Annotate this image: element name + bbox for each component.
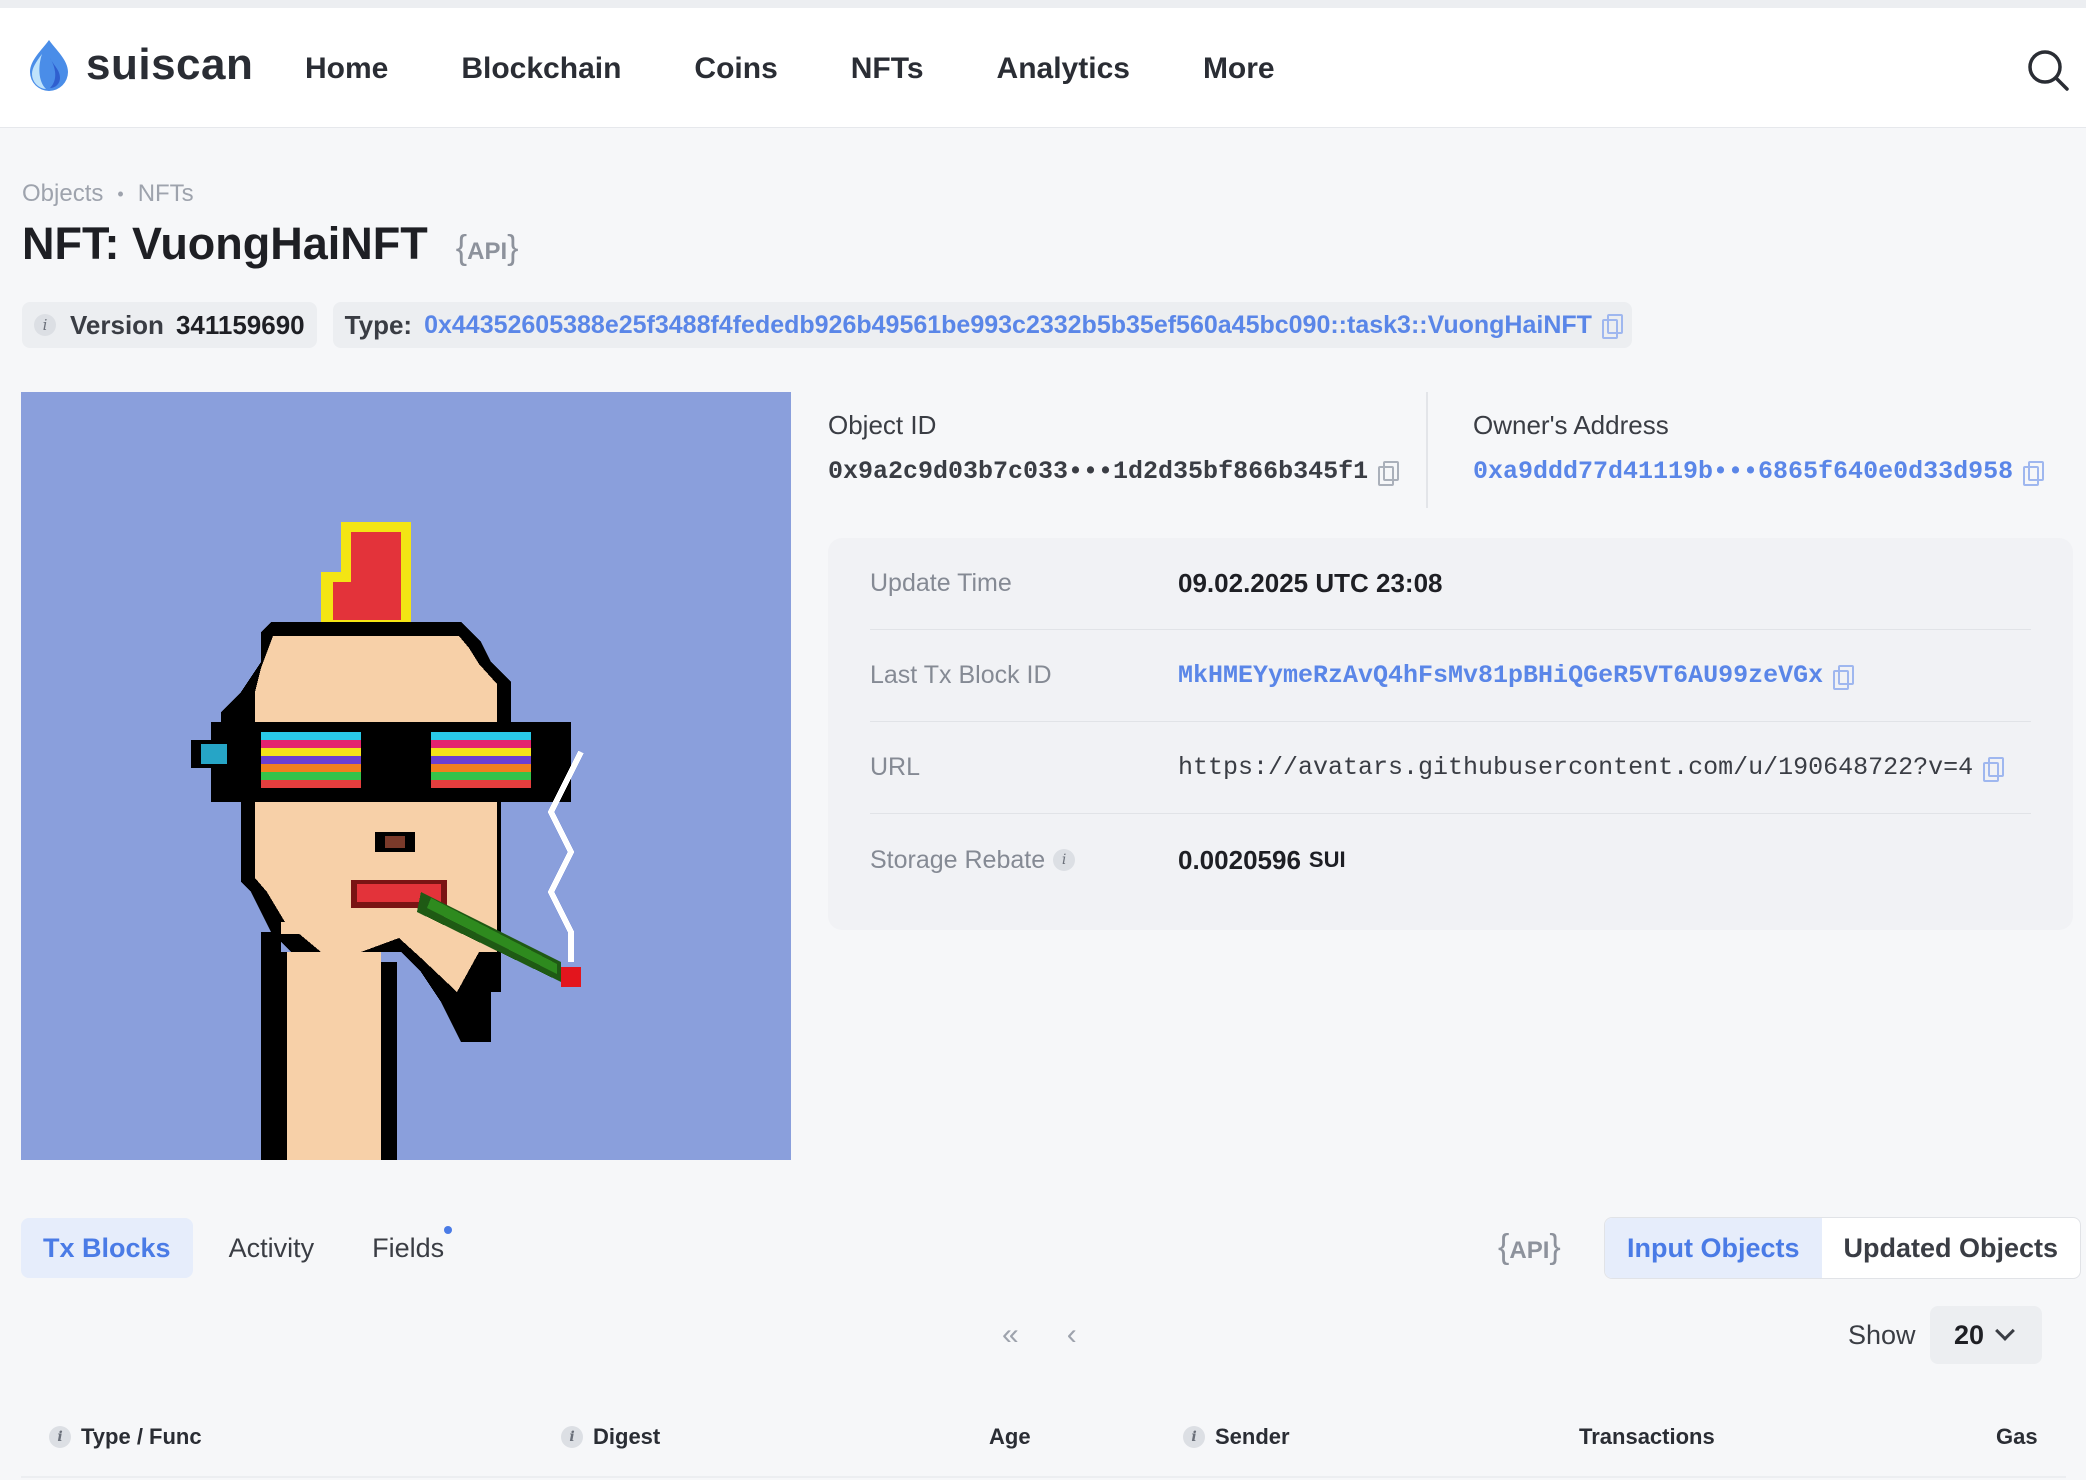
breadcrumb-nfts[interactable]: NFTs <box>138 180 194 208</box>
divider <box>1426 392 1428 508</box>
storage-rebate-unit: SUI <box>1308 847 1346 872</box>
th-sender-label: Sender <box>1215 1424 1290 1449</box>
nft-image <box>21 392 791 1160</box>
th-sender: i Sender <box>1183 1424 1290 1450</box>
nav-more[interactable]: More <box>1203 52 1275 86</box>
update-time-label: Update Time <box>870 569 1012 597</box>
th-gas: Gas <box>1996 1424 2038 1449</box>
breadcrumb-separator: • <box>117 183 124 204</box>
update-time-value: 09.02.2025 UTC 23:08 <box>1178 568 1443 598</box>
copy-icon[interactable] <box>1833 664 1855 690</box>
nav-blockchain[interactable]: Blockchain <box>461 52 621 86</box>
copy-icon[interactable] <box>2023 460 2045 486</box>
notification-dot <box>444 1226 453 1234</box>
detail-row-storage-rebate: Storage Rebate i 0.0020596 SUI <box>870 814 2031 906</box>
object-meta-chips: i Version 341159690 Type: 0x44352605388e… <box>22 302 1648 348</box>
main-nav: Home Blockchain Coins NFTs Analytics Mor… <box>305 52 1348 86</box>
detail-row-update-time: Update Time 09.02.2025 UTC 23:08 <box>870 538 2031 630</box>
copy-icon[interactable] <box>1983 756 2005 782</box>
suiscan-logo[interactable]: suiscan <box>22 36 253 94</box>
storage-rebate-label: Storage Rebate <box>870 845 1046 874</box>
first-page-icon[interactable]: « <box>1002 1318 1019 1352</box>
info-icon[interactable]: i <box>34 314 56 336</box>
owner-label: Owner's Address <box>1473 410 1669 440</box>
top-navbar: suiscan Home Blockchain Coins NFTs Analy… <box>0 0 2086 128</box>
th-digest: i Digest <box>561 1424 660 1450</box>
search-icon[interactable] <box>2026 48 2070 92</box>
url-value[interactable]: https://avatars.githubusercontent.com/u/… <box>1178 753 1973 782</box>
owner-address-block: Owner's Address 0xa9ddd77d41119b•••6865f… <box>1473 410 2045 486</box>
th-digest-label: Digest <box>593 1424 661 1449</box>
page-title-row: NFT: VuongHaiNFT {API} <box>22 218 519 270</box>
th-transactions: Transactions <box>1579 1424 1715 1449</box>
object-id-label: Object ID <box>828 410 937 440</box>
info-icon[interactable]: i <box>1053 849 1076 871</box>
owner-address-link[interactable]: 0xa9ddd77d41119b•••6865f640e0d33d958 <box>1473 457 2013 486</box>
url-row: https://avatars.githubusercontent.com/u/… <box>1178 753 2005 782</box>
page-size-value: 20 <box>1954 1319 1985 1350</box>
api-label: API <box>1509 1237 1550 1264</box>
objects-toggle: Input Objects Updated Objects <box>1604 1217 2082 1279</box>
nft-pixel-avatar <box>21 392 791 1160</box>
th-age: Age <box>989 1424 1031 1449</box>
version-value: 341159690 <box>175 309 305 340</box>
show-label: Show <box>1848 1320 1916 1350</box>
owner-row: 0xa9ddd77d41119b•••6865f640e0d33d958 <box>1473 457 2045 486</box>
copy-icon[interactable] <box>1601 314 1623 339</box>
copy-icon[interactable] <box>1378 460 1400 486</box>
nav-analytics[interactable]: Analytics <box>997 52 1130 86</box>
breadcrumb: Objects • NFTs <box>22 180 194 208</box>
info-icon[interactable]: i <box>49 1426 71 1448</box>
th-type-func: i Type / Func <box>49 1424 202 1450</box>
nav-coins[interactable]: Coins <box>694 52 777 86</box>
divider <box>21 1476 2066 1478</box>
api-link[interactable]: {API} <box>456 229 519 268</box>
object-id-value[interactable]: 0x9a2c9d03b7c033•••1d2d35bf866b345f1 <box>828 457 1368 486</box>
storage-rebate-row: 0.0020596 SUI <box>1178 845 1346 876</box>
pagination: « ‹ <box>1002 1318 1125 1352</box>
last-tx-label: Last Tx Block ID <box>870 661 1052 689</box>
info-icon[interactable]: i <box>561 1426 583 1448</box>
tab-fields[interactable]: Fields <box>350 1218 466 1278</box>
version-chip: i Version 341159690 <box>22 302 317 348</box>
th-type-func-label: Type / Func <box>81 1424 202 1449</box>
storage-rebate-value: 0.0020596 <box>1178 844 1301 875</box>
detail-row-url: URL https://avatars.githubusercontent.co… <box>870 722 2031 814</box>
page-title: NFT: VuongHaiNFT <box>22 218 428 269</box>
page-size-select[interactable]: 20 <box>1930 1306 2042 1364</box>
updated-objects-button[interactable]: Updated Objects <box>1822 1218 2081 1278</box>
prev-page-icon[interactable]: ‹ <box>1067 1318 1077 1352</box>
storage-rebate-label-row: Storage Rebate i <box>870 846 1178 875</box>
tabs: Tx Blocks Activity Fields <box>21 1218 480 1278</box>
breadcrumb-objects[interactable]: Objects <box>22 180 103 208</box>
tab-activity[interactable]: Activity <box>207 1218 337 1278</box>
tab-fields-label: Fields <box>372 1232 445 1263</box>
input-objects-button[interactable]: Input Objects <box>1605 1218 1822 1278</box>
api-link[interactable]: {API} <box>1498 1228 1561 1267</box>
details-panel: Update Time 09.02.2025 UTC 23:08 Last Tx… <box>828 538 2073 930</box>
type-link[interactable]: 0x44352605388e25f3488f4fededb926b49561be… <box>424 311 1592 340</box>
nav-home[interactable]: Home <box>305 52 388 86</box>
api-label: API <box>467 238 508 265</box>
detail-row-last-tx: Last Tx Block ID MkHMEYymeRzAvQ4hFsMv81p… <box>870 630 2031 722</box>
sui-drop-logo-icon <box>30 40 68 91</box>
chevron-down-icon <box>1995 1321 2015 1341</box>
tab-tx-blocks[interactable]: Tx Blocks <box>21 1218 193 1278</box>
type-chip: Type: 0x44352605388e25f3488f4fededb926b4… <box>332 302 1632 348</box>
info-icon[interactable]: i <box>1183 1426 1205 1448</box>
last-tx-link[interactable]: MkHMEYymeRzAvQ4hFsMv81pBHiQGeR5VT6AU99ze… <box>1178 661 1823 690</box>
object-id-row: 0x9a2c9d03b7c033•••1d2d35bf866b345f1 <box>828 457 1400 486</box>
object-id-block: Object ID 0x9a2c9d03b7c033•••1d2d35bf866… <box>828 410 1400 486</box>
table-header: i Type / Func i Digest Age i Sender Transac… <box>21 1400 2086 1480</box>
logo-text: suiscan <box>86 40 254 89</box>
url-label: URL <box>870 753 921 781</box>
last-tx-row: MkHMEYymeRzAvQ4hFsMv81pBHiQGeR5VT6AU99ze… <box>1178 661 1855 690</box>
type-label: Type: <box>344 309 413 340</box>
version-label: Version <box>70 309 164 340</box>
nav-nfts[interactable]: NFTs <box>851 52 924 86</box>
